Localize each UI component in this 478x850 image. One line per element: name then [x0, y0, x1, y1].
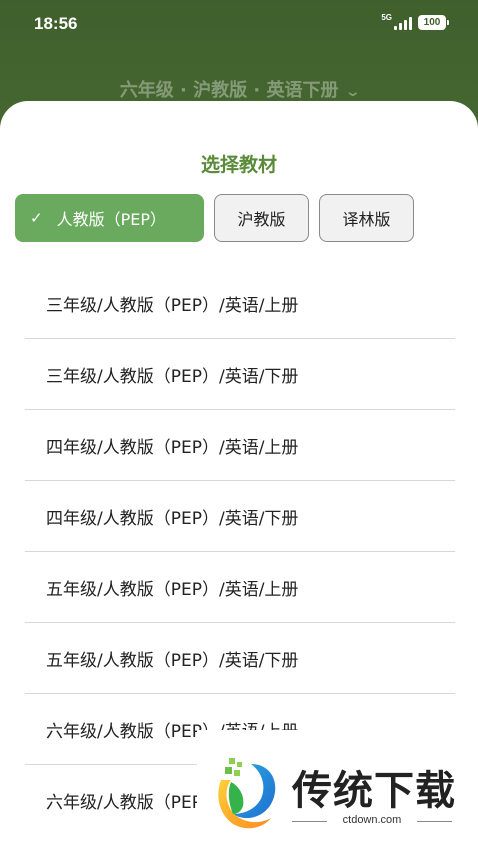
signal-icon	[394, 16, 412, 30]
battery-icon: 100	[418, 15, 449, 30]
check-icon: ✓	[30, 209, 43, 227]
status-icons: 5G 100	[381, 13, 449, 30]
chip-label: 沪教版	[237, 210, 286, 229]
list-item[interactable]: 四年级/人教版（PEP）/英语/下册	[25, 481, 455, 552]
list-item[interactable]: 三年级/人教版（PEP）/英语/上册	[25, 268, 455, 339]
network-type-label: 5G	[381, 13, 392, 22]
chip-label: 人教版（PEP）	[56, 210, 166, 229]
status-bar: 18:56 5G 100	[0, 0, 478, 50]
list-item[interactable]: 五年级/人教版（PEP）/英语/下册	[25, 623, 455, 694]
list-item[interactable]: 四年级/人教版（PEP）/英语/上册	[25, 410, 455, 481]
header-title-text: 六年级 · 沪教版 · 英语下册	[119, 80, 339, 101]
watermark-brand: 传统下载	[292, 768, 456, 814]
status-time: 18:56	[34, 14, 78, 33]
chip-hujiao[interactable]: 沪教版	[214, 194, 309, 242]
sheet-title: 选择教材	[200, 154, 277, 176]
header-title[interactable]: 六年级 · 沪教版 · 英语下册 ⌄	[0, 76, 478, 102]
list-item[interactable]: 五年级/人教版（PEP）/英语/上册	[25, 552, 455, 623]
ctdown-logo-icon	[218, 758, 276, 829]
publisher-chips: ✓ 人教版（PEP） 沪教版 译林版	[15, 194, 414, 242]
chevron-down-icon: ⌄	[344, 84, 361, 100]
watermark: 传统下载 ctdown.com	[197, 730, 478, 850]
chip-label: 译林版	[342, 210, 391, 229]
watermark-url: ctdown.com	[292, 814, 452, 826]
list-item[interactable]: 三年级/人教版（PEP）/英语/下册	[25, 339, 455, 410]
chip-pep[interactable]: ✓ 人教版（PEP）	[15, 194, 204, 242]
chip-yilin[interactable]: 译林版	[319, 194, 414, 242]
